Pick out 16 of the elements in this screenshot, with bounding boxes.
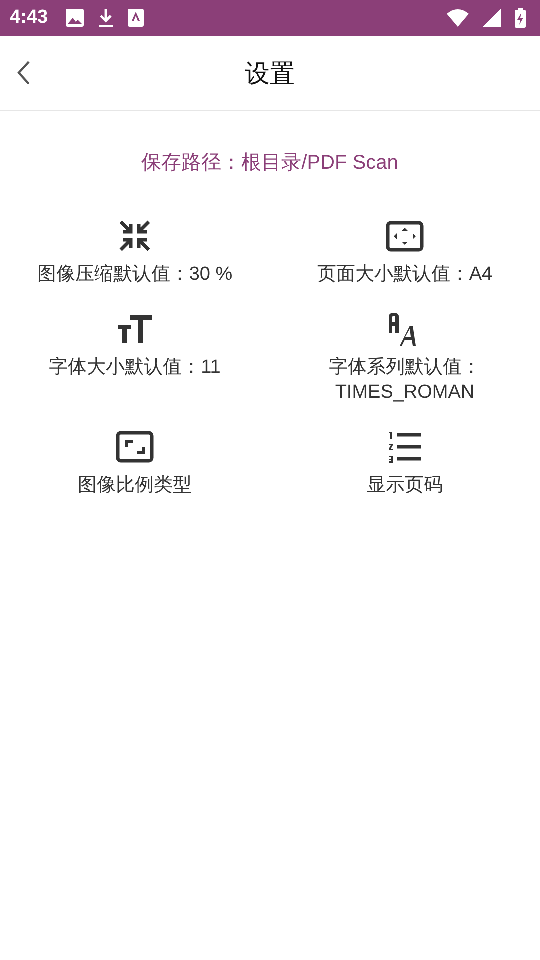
image-icon	[66, 9, 84, 27]
save-path-text[interactable]: 保存路径：根目录/PDF Scan	[142, 149, 398, 176]
wifi-icon	[447, 9, 469, 27]
status-time: 4:43	[10, 7, 48, 29]
page-title: 设置	[245, 58, 295, 90]
download-icon	[98, 8, 114, 28]
setting-item[interactable]: 字体大小默认值：11	[0, 309, 270, 405]
setting-item[interactable]: 字体系列默认值：TIMES_ROMAN	[270, 309, 540, 405]
setting-item[interactable]: 页面大小默认值：A4	[270, 216, 540, 287]
signal-icon	[483, 9, 501, 27]
setting-item[interactable]: 图像压缩默认值：30 %	[0, 216, 270, 287]
back-icon	[17, 60, 31, 86]
setting-item[interactable]: 显示页码	[270, 427, 540, 498]
battery-icon	[515, 8, 526, 28]
notification-icon	[128, 9, 144, 27]
setting-item[interactable]: 图像比例类型	[0, 427, 270, 498]
